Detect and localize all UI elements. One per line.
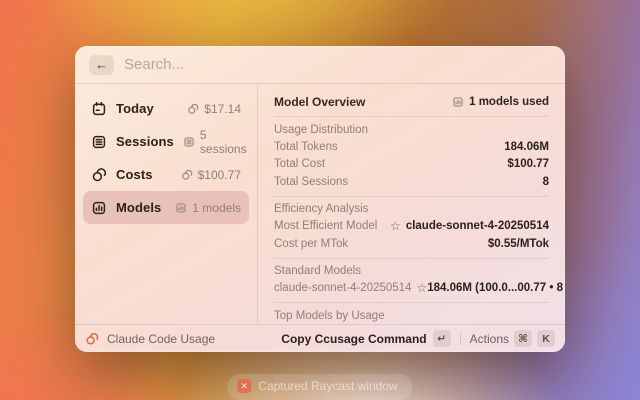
section-title-usage-distribution: Usage Distribution xyxy=(274,121,549,138)
sessions-list-icon xyxy=(91,134,107,150)
divider xyxy=(460,333,461,345)
sidebar-item-label: Today xyxy=(116,101,178,116)
content-area: Today $17.14 Sessions xyxy=(75,84,565,324)
search-bar: ← xyxy=(75,46,565,84)
coins-icon xyxy=(85,332,99,346)
sidebar-item-accessory: $100.77 xyxy=(181,168,241,182)
section-title-standard-models: Standard Models xyxy=(274,263,549,280)
divider xyxy=(274,258,549,259)
section-title-efficiency-analysis: Efficiency Analysis xyxy=(274,201,549,218)
coins-icon xyxy=(187,103,199,115)
sidebar-item-costs[interactable]: Costs $100.77 xyxy=(83,158,249,191)
app-title: Claude Code Usage xyxy=(107,332,215,346)
metadata-row-total-sessions: Total Sessions 8 xyxy=(274,173,549,191)
bar-chart-icon xyxy=(452,96,464,108)
detail-header: Model Overview 1 models used xyxy=(274,93,549,111)
divider xyxy=(274,302,549,303)
calendar-icon xyxy=(91,101,107,117)
toast-label: Captured Raycast window xyxy=(258,379,397,393)
detail-title: Model Overview xyxy=(274,95,365,109)
detail-panel: Model Overview 1 models used Usage Distr… xyxy=(258,84,565,324)
star-icon: ☆ xyxy=(416,281,427,295)
bar-chart-icon xyxy=(175,202,187,214)
toast-notification: ✕ Captured Raycast window xyxy=(227,374,412,400)
back-arrow-icon: ← xyxy=(95,57,108,72)
sidebar-item-today[interactable]: Today $17.14 xyxy=(83,92,249,125)
sidebar-item-label: Costs xyxy=(116,167,172,182)
section-title-top-models: Top Models by Usage xyxy=(274,307,549,324)
sidebar-item-sessions[interactable]: Sessions 5 sessions xyxy=(83,125,249,158)
actions-menu-button[interactable]: Actions ⌘ K xyxy=(470,330,555,347)
bar-chart-icon xyxy=(91,200,107,216)
divider xyxy=(274,196,549,197)
sidebar-item-label: Models xyxy=(116,200,166,215)
sidebar-item-accessory: $17.14 xyxy=(187,102,241,116)
divider xyxy=(274,116,549,117)
k-key-badge: K xyxy=(537,330,555,347)
metadata-row-cost-per-mtok: Cost per MTok $0.55/MTok xyxy=(274,235,549,253)
metadata-row-standard-model: claude-sonnet-4-20250514 ☆ 184.06M (100.… xyxy=(274,280,549,298)
status-bar: Claude Code Usage Copy Ccusage Command ↵… xyxy=(75,324,565,352)
sidebar-item-models[interactable]: Models 1 models xyxy=(83,191,249,224)
metadata-row-total-tokens: Total Tokens 184.06M xyxy=(274,138,549,156)
toast-record-icon: ✕ xyxy=(237,379,251,393)
star-icon: ☆ xyxy=(390,219,401,233)
search-input[interactable] xyxy=(124,56,551,73)
copy-ccusage-command-button[interactable]: Copy Ccusage Command ↵ xyxy=(281,330,450,347)
metadata-row-total-cost: Total Cost $100.77 xyxy=(274,156,549,174)
sidebar-item-label: Sessions xyxy=(116,134,174,149)
sidebar-item-accessory: 1 models xyxy=(175,201,241,215)
detail-title-accessory: 1 models used xyxy=(452,96,549,108)
sidebar-list: Today $17.14 Sessions xyxy=(75,84,258,324)
return-key-badge: ↵ xyxy=(433,330,451,347)
back-button[interactable]: ← xyxy=(89,55,114,75)
status-bar-actions: Copy Ccusage Command ↵ Actions ⌘ K xyxy=(281,330,555,347)
coins-icon xyxy=(181,169,193,181)
coins-icon xyxy=(91,167,107,183)
raycast-window: ← Today $17.14 xyxy=(75,46,565,352)
cmd-key-badge: ⌘ xyxy=(514,330,532,347)
sessions-list-icon xyxy=(183,136,195,148)
sidebar-item-accessory: 5 sessions xyxy=(183,128,247,156)
metadata-row-most-efficient-model: Most Efficient Model ☆ claude-sonnet-4-2… xyxy=(274,218,549,236)
